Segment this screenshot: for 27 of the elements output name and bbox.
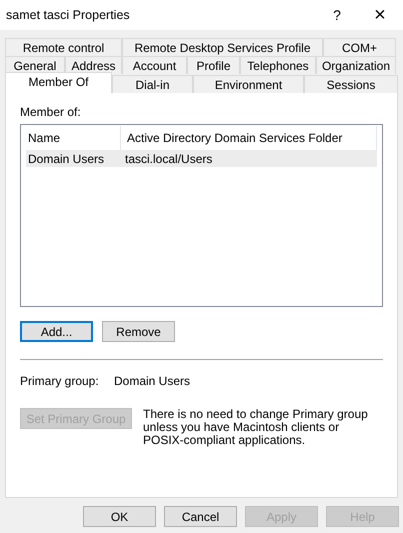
tab[interactable]: Telephones (240, 56, 316, 74)
tab[interactable]: Remote control (5, 38, 122, 56)
tab[interactable]: Member Of (5, 72, 112, 93)
tab[interactable]: Organization (316, 56, 396, 74)
tab[interactable]: Environment (193, 75, 304, 93)
note-text: There is no need to change Primary group unless you have Macintosh clients or POSIX-compliant applications. (143, 408, 369, 447)
field-label: Primary group: (20, 373, 100, 390)
tab[interactable]: Remote Desktop Services Profile (122, 38, 323, 56)
tab[interactable]: Profile (187, 56, 240, 74)
tab[interactable]: Account (122, 56, 187, 74)
list-row[interactable]: Domain Users tasci.local/Users (26, 150, 377, 167)
dialog-button[interactable]: OK (83, 506, 156, 527)
dialog-button[interactable]: Cancel (164, 506, 237, 527)
tab[interactable]: COM+ (323, 38, 396, 56)
table-cell-text: Domain Users (27, 150, 106, 168)
help-button[interactable]: ? (317, 0, 357, 30)
window-title: samet tasci Properties (5, 6, 131, 24)
list-button[interactable]: Remove (102, 321, 175, 342)
tab[interactable]: Sessions (304, 75, 398, 93)
section-label: Member of: (20, 104, 82, 121)
field-value: Domain Users (114, 373, 190, 390)
tab[interactable]: Dial-in (112, 75, 193, 93)
list-button[interactable]: Add... (20, 321, 93, 342)
table-cell-text: tasci.local/Users (124, 150, 214, 168)
close-button[interactable]: × (357, 0, 403, 30)
tab[interactable]: Address (65, 56, 122, 74)
column-header[interactable]: Name (26, 126, 121, 150)
